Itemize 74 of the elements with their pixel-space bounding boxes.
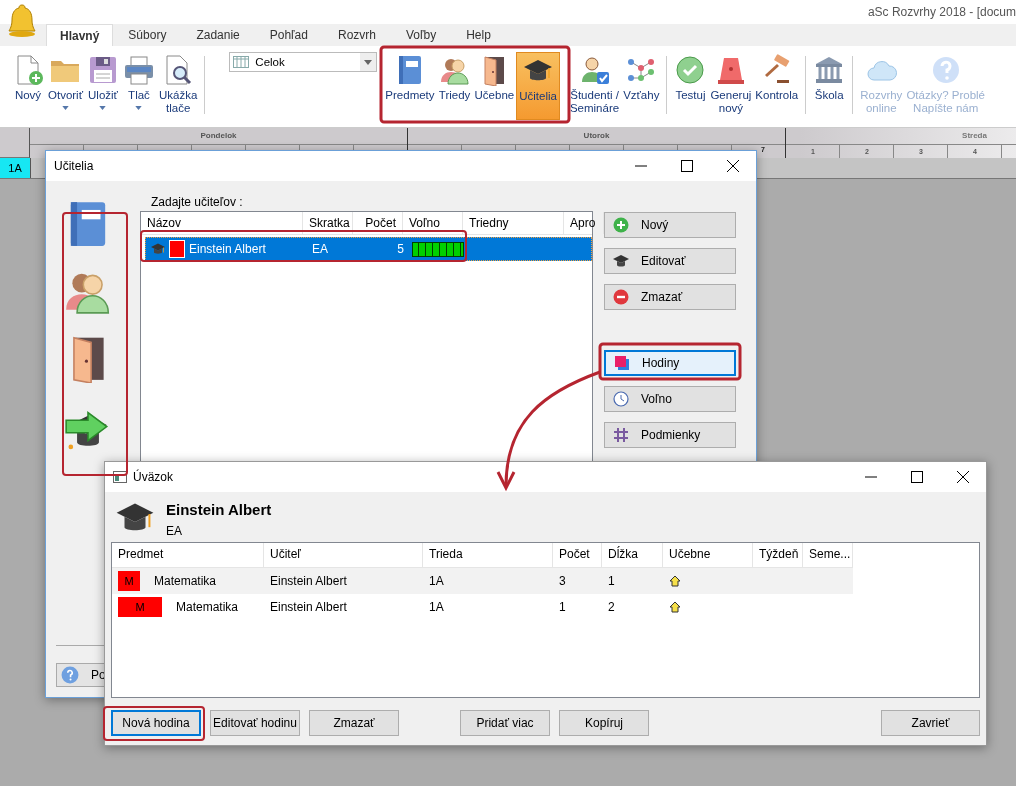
column-header[interactable]: Triedny (463, 212, 564, 234)
table-cell: 1 (608, 574, 615, 588)
dialog-title: Úväzok (133, 470, 173, 484)
column-header[interactable]: Názov (141, 212, 303, 234)
ribbon-tab[interactable]: Help (451, 24, 506, 46)
column-header[interactable]: Týždeň (753, 543, 803, 567)
dialog-button[interactable]: Editovať hodinu (210, 710, 300, 736)
dialog-button[interactable]: Editovať (604, 248, 736, 274)
table-cell: Einstein Albert (270, 574, 347, 588)
ribbon-button[interactable]: Škola (811, 52, 848, 120)
column-header[interactable]: Voľno (403, 212, 463, 234)
table-cell: 1A (429, 574, 444, 588)
table-cell: Matematika (176, 600, 239, 614)
class-cell[interactable]: 1A (0, 158, 31, 178)
table-cell: Matematika (154, 574, 217, 588)
ribbon-button[interactable]: Uložiť (85, 52, 121, 120)
table-cell: 1A (429, 600, 444, 614)
view-dropdown[interactable]: Celok (229, 52, 378, 72)
column-header[interactable]: Počet (553, 543, 602, 567)
dialog-button[interactable]: Nová hodina (111, 710, 201, 736)
teacher-name: Einstein Albert (166, 501, 272, 518)
ribbon-button[interactable]: Otvoriť (46, 52, 85, 120)
dialog-button[interactable]: Pridať viac (460, 710, 550, 736)
column-header[interactable]: Predmet (112, 543, 264, 567)
subject-tag: M (118, 597, 162, 617)
dialog-button[interactable]: Nový (604, 212, 736, 238)
list-prompt: Zadajte učiteľov : (150, 194, 244, 211)
day-header: Utorok (408, 128, 785, 145)
column-header[interactable]: Trieda (423, 543, 553, 567)
day-header: Streda (786, 128, 1016, 145)
dialog-button[interactable]: Voľno (604, 386, 736, 412)
ribbon-button[interactable]: Učitelia (516, 52, 560, 120)
column-header[interactable]: Učebne (663, 543, 753, 567)
dialog-button[interactable]: Kopíruj (559, 710, 649, 736)
ribbon-tab[interactable]: Voľby (391, 24, 452, 46)
ribbon-button[interactable]: Kontrola (753, 52, 801, 120)
column-header[interactable]: Dĺžka (602, 543, 663, 567)
ribbon-button[interactable]: Ukážka tlače (157, 52, 200, 120)
ribbon-button[interactable]: Generuj nový (708, 52, 754, 120)
ribbon-button[interactable]: Študenti / Semináre (567, 52, 622, 120)
ribbon-tab[interactable]: Rozvrh (322, 24, 391, 46)
table-cell: 3 (559, 574, 566, 588)
dialog-button[interactable]: Zmazať (309, 710, 399, 736)
lesson-count: 5 (397, 242, 404, 256)
ribbon-button[interactable]: Nový (10, 52, 46, 120)
teacher-abbreviation: EA (166, 524, 183, 538)
ribbon-button[interactable]: Tlač (121, 52, 157, 120)
subject-tag: M (118, 571, 140, 591)
ribbon-tab[interactable]: Pohľad (254, 24, 323, 46)
column-header[interactable]: Skratka (303, 212, 353, 234)
ribbon-button[interactable]: Vzťahy (621, 52, 662, 120)
ribbon-tab[interactable]: Hlavný (46, 24, 114, 46)
dialog-button[interactable]: Zavrieť (881, 710, 980, 736)
ribbon-button[interactable]: Testuj (672, 52, 709, 120)
column-header[interactable]: Seme... (803, 543, 853, 567)
dialog-title: Učitelia (54, 159, 94, 173)
dialog-button[interactable]: Podmienky (604, 422, 736, 448)
ribbon-tab[interactable]: Súbory (113, 24, 182, 46)
ribbon-button[interactable]: Predmety (383, 52, 437, 120)
ribbon-tab[interactable]: Zadanie (181, 24, 255, 46)
table-cell: Einstein Albert (270, 600, 347, 614)
dialog-button[interactable]: Zmazať (604, 284, 736, 310)
ribbon-button[interactable]: Triedy (436, 52, 473, 120)
teacher-row[interactable]: Einstein Albert EA 5 (145, 237, 592, 261)
column-header[interactable]: Počet (353, 212, 403, 234)
table-cell: 2 (608, 600, 615, 614)
app-title: aSc Rozvrhy 2018 - [docum (867, 5, 1016, 19)
teacher-name: Einstein Albert (189, 242, 266, 256)
table-cell: 1 (559, 600, 566, 614)
ribbon-button[interactable]: Učebne (472, 52, 517, 120)
column-header[interactable]: Učiteľ (264, 543, 423, 567)
dialog-button[interactable]: Hodiny (604, 350, 736, 376)
day-header: Pondelok (30, 128, 407, 145)
teacher-abbreviation: EA (312, 242, 328, 256)
